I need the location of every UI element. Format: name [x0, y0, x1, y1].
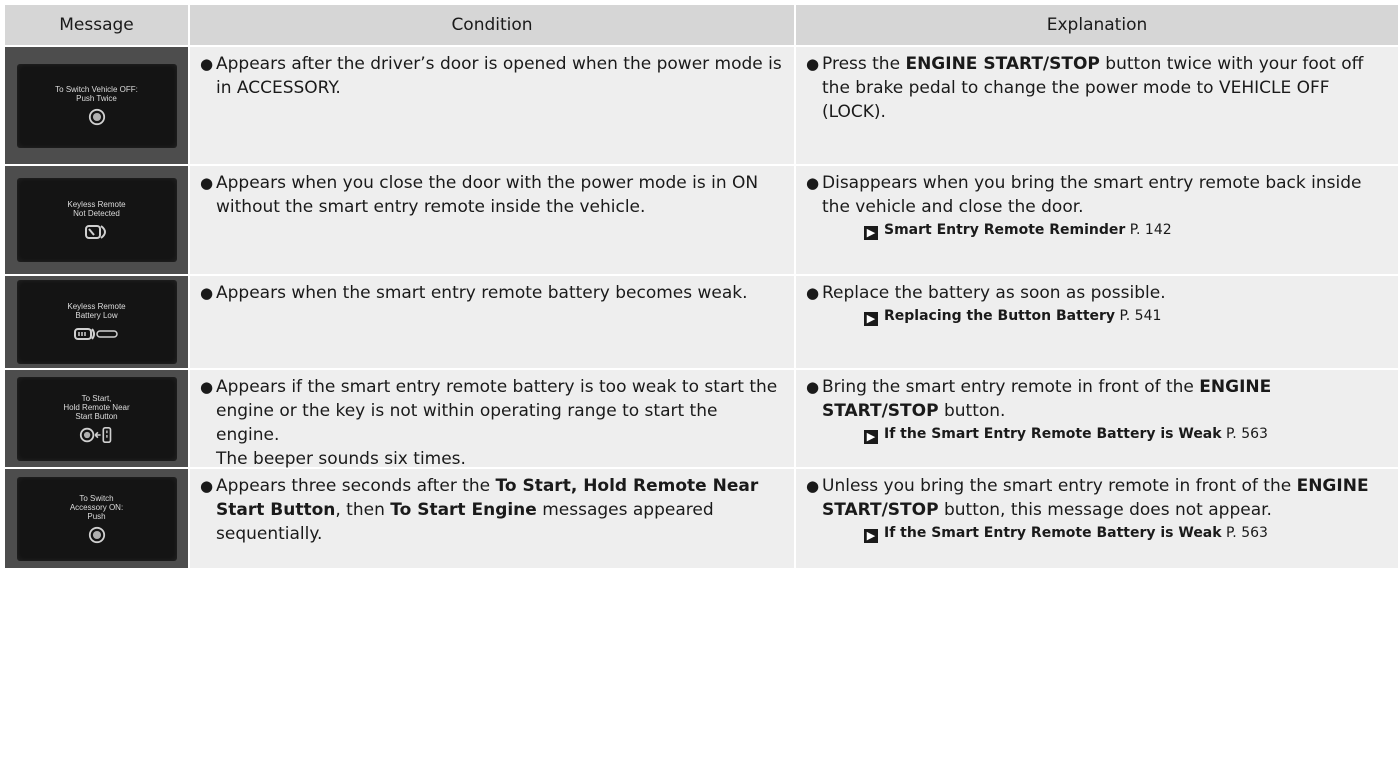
display-screen: Keyless Remote Battery Low: [16, 280, 177, 364]
display-screen: To Switch Accessory ON: Push: [16, 476, 177, 561]
message-image: Keyless Remote Battery Low: [5, 276, 188, 368]
remote-battery-low-icon: [73, 327, 118, 340]
page-reference[interactable]: ▶ If the Smart Entry Remote Battery is We…: [806, 522, 1388, 544]
message-image: To Switch Vehicle OFF: Push Twice: [5, 47, 188, 164]
screen-text: To Switch Accessory ON: Push: [69, 493, 124, 521]
page-reference[interactable]: ▶ Smart Entry Remote Reminder P. 142: [806, 219, 1388, 241]
arrow-icon: ▶: [864, 529, 878, 543]
remote-missing-icon: [84, 224, 106, 239]
condition-cell: ● Appears when the smart entry remote bat…: [188, 276, 796, 368]
condition-extra: The beeper sounds six times.: [216, 449, 466, 469]
condition-cell: ● Appears when you close the door with th…: [188, 166, 796, 274]
screen-text: To Switch Vehicle OFF: Push Twice: [55, 85, 138, 103]
condition-cell: ● Appears three seconds after the To Star…: [188, 469, 796, 568]
screen-text: Keyless Remote Battery Low: [67, 301, 126, 320]
explanation-cell: ● Replace the battery as soon as possible…: [796, 276, 1398, 368]
message-image: To Start, Hold Remote Near Start Button: [5, 370, 188, 467]
power-button-icon: [88, 108, 105, 126]
explanation-cell: ● Unless you bring the smart entry remote…: [796, 469, 1398, 568]
message-image: Keyless Remote Not Detected: [5, 166, 188, 274]
arrow-icon: ▶: [864, 312, 878, 326]
explanation-cell: ● Press the ENGINE START/STOP button twic…: [796, 47, 1398, 164]
condition-cell: ● Appears after the driver’s door is open…: [188, 47, 796, 164]
screen-text: To Start, Hold Remote Near Start Button: [63, 393, 130, 421]
remote-to-button-icon: [79, 426, 111, 443]
page-reference[interactable]: ▶ Replacing the Button Battery P. 541: [806, 305, 1388, 327]
explanation-cell: ● Bring the smart entry remote in front o…: [796, 370, 1398, 467]
header-condition: Condition: [188, 5, 796, 45]
arrow-icon: ▶: [864, 430, 878, 444]
power-button-icon: [88, 526, 105, 543]
message-table: Message Condition Explanation To Switch …: [5, 5, 1398, 764]
display-screen: Keyless Remote Not Detected: [16, 178, 177, 262]
condition-cell: ● Appears if the smart entry remote batte…: [188, 370, 796, 469]
screen-text: Keyless Remote Not Detected: [67, 199, 126, 218]
display-screen: To Switch Vehicle OFF: Push Twice: [16, 63, 177, 148]
page-reference[interactable]: ▶ If the Smart Entry Remote Battery is We…: [806, 423, 1388, 445]
display-screen: To Start, Hold Remote Near Start Button: [16, 376, 177, 461]
header-explanation: Explanation: [796, 5, 1398, 45]
message-image: To Switch Accessory ON: Push: [5, 469, 188, 568]
arrow-icon: ▶: [864, 226, 878, 240]
header-message: Message: [5, 5, 188, 45]
explanation-cell: ● Disappears when you bring the smart ent…: [796, 166, 1398, 274]
